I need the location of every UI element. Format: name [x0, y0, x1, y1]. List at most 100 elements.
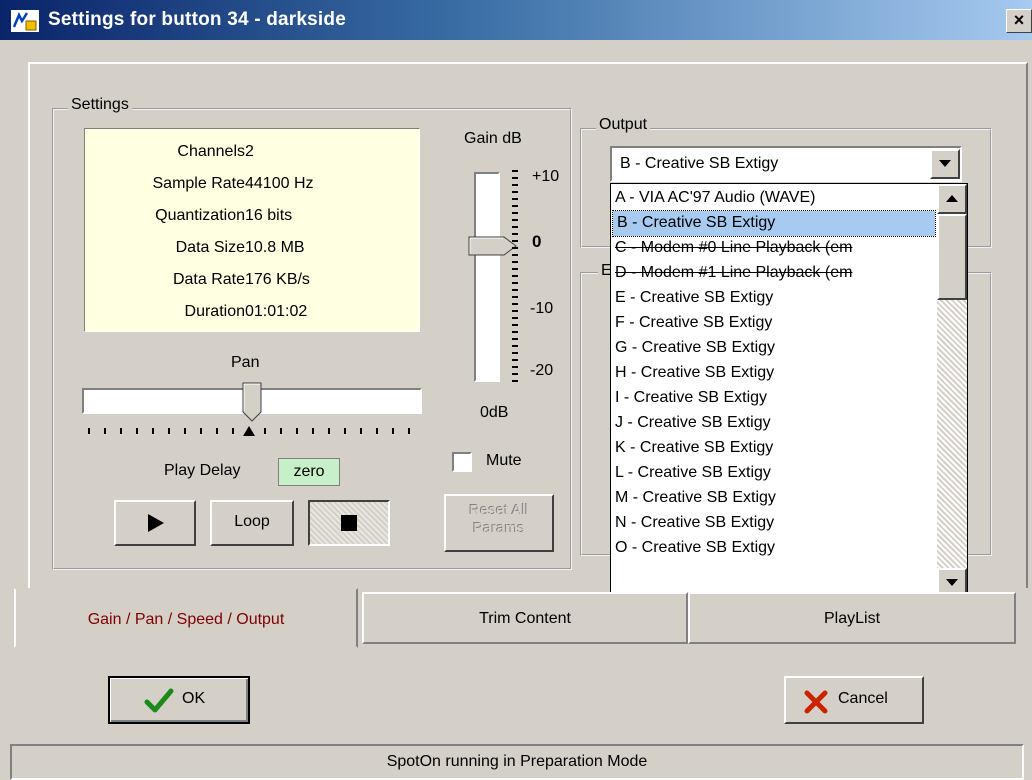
dropdown-scrollbar[interactable] — [937, 184, 967, 606]
stop-button[interactable] — [308, 500, 390, 546]
info-value: 16 bits — [245, 207, 293, 224]
play-button[interactable] — [114, 500, 196, 546]
tab-gain-pan-speed-output[interactable]: Gain / Pan / Speed / Output — [14, 588, 358, 648]
gain-tick — [512, 373, 518, 375]
output-option-selected[interactable]: B - Creative SB Extigy — [612, 210, 936, 237]
ok-label: OK — [182, 690, 206, 707]
gain-tick — [512, 303, 518, 305]
gain-tick — [512, 177, 518, 179]
output-select[interactable]: B - Creative SB Extigy — [610, 146, 962, 182]
output-option[interactable]: N - Creative SB Extigy — [611, 511, 959, 536]
info-row-channels: Channels 2 — [85, 143, 421, 169]
tab-trim-content[interactable]: Trim Content — [362, 592, 688, 644]
chevron-down-icon — [939, 160, 951, 167]
info-label: Data Rate — [172, 271, 245, 288]
gain-tick — [512, 289, 518, 291]
gain-tick — [512, 205, 518, 207]
scroll-thumb[interactable] — [937, 214, 967, 300]
mute-label[interactable]: Mute — [486, 452, 522, 470]
gain-scale-minus20: -20 — [530, 362, 554, 379]
option-label: F - Creative SB Extigy — [615, 314, 773, 331]
pan-tick — [104, 428, 106, 434]
pan-slider-thumb[interactable] — [242, 382, 262, 422]
output-option[interactable]: D - Modem #1 Line Playback (em — [611, 261, 959, 286]
pan-tick — [392, 428, 394, 434]
mute-checkbox[interactable] — [452, 452, 472, 472]
info-label: Sample Rate — [152, 175, 246, 192]
gain-tick — [512, 380, 518, 382]
pan-tick — [184, 428, 186, 434]
cancel-label: Cancel — [838, 690, 888, 707]
pan-tick — [152, 428, 154, 434]
output-selected-value: B - Creative SB Extigy — [620, 155, 779, 172]
output-option[interactable]: G - Creative SB Extigy — [611, 336, 959, 361]
option-label: H - Creative SB Extigy — [615, 364, 775, 381]
option-label: K - Creative SB Extigy — [615, 439, 774, 456]
gain-tick — [512, 170, 518, 172]
output-option[interactable]: L - Creative SB Extigy — [611, 461, 959, 486]
checkmark-icon — [144, 688, 174, 713]
gain-tick — [512, 261, 518, 263]
gain-tick — [512, 352, 518, 354]
output-dropdown-button[interactable] — [930, 149, 960, 179]
loop-button[interactable]: Loop — [210, 500, 294, 546]
status-bar: SpotOn running in Preparation Mode — [10, 744, 1024, 780]
output-option[interactable]: J - Creative SB Extigy — [611, 411, 959, 436]
output-option[interactable]: E - Creative SB Extigy — [611, 286, 959, 311]
output-option[interactable]: F - Creative SB Extigy — [611, 311, 959, 336]
chevron-down-icon — [946, 579, 958, 586]
pan-tick — [168, 428, 170, 434]
option-label: E - Creative SB Extigy — [615, 289, 774, 306]
output-option[interactable]: A - VIA AC'97 Audio (WAVE) — [611, 186, 959, 211]
gain-scale-plus10: +10 — [532, 168, 560, 185]
reset-label-line1: Reset All — [469, 502, 529, 519]
option-label: A - VIA AC'97 Audio (WAVE) — [615, 189, 816, 206]
option-label: N - Creative SB Extigy — [615, 514, 775, 531]
tab-label: Trim Content — [479, 610, 571, 627]
gain-tick — [512, 282, 518, 284]
gain-slider-thumb[interactable] — [468, 236, 518, 256]
output-option[interactable]: K - Creative SB Extigy — [611, 436, 959, 461]
pan-tick — [200, 428, 202, 434]
pan-tick — [312, 428, 314, 434]
title-bar[interactable]: Settings for button 34 - darkside × — [0, 0, 1032, 40]
output-option[interactable]: I - Creative SB Extigy — [611, 386, 959, 411]
tab-label: Gain / Pan / Speed / Output — [87, 611, 285, 628]
option-label: J - Creative SB Extigy — [615, 414, 771, 431]
gain-tick — [512, 191, 518, 193]
gain-value: 0dB — [480, 404, 509, 421]
gain-tick — [512, 184, 518, 186]
tab-label: PlayList — [823, 610, 881, 627]
pan-tick — [280, 428, 282, 434]
close-button[interactable]: × — [1006, 9, 1032, 33]
info-label: Quantization — [155, 207, 245, 224]
play-delay-value[interactable]: zero — [278, 458, 340, 486]
gain-tick — [512, 219, 518, 221]
cancel-button[interactable]: Cancel — [784, 676, 924, 724]
output-option[interactable]: O - Creative SB Extigy — [611, 536, 959, 561]
pan-tick — [120, 428, 122, 434]
slider-thumb-icon — [242, 382, 262, 422]
tab-playlist[interactable]: PlayList — [688, 592, 1016, 644]
ok-button[interactable]: OK — [108, 676, 250, 724]
loop-label: Loop — [234, 513, 270, 530]
output-dropdown-list[interactable]: A - VIA AC'97 Audio (WAVE) B - Creative … — [610, 183, 968, 607]
info-value: 01:01:02 — [245, 303, 308, 320]
output-option[interactable]: M - Creative SB Extigy — [611, 486, 959, 511]
pan-tick — [344, 428, 346, 434]
option-label: I - Creative SB Extigy — [615, 389, 768, 406]
reset-all-params-button[interactable]: Reset All Params — [444, 494, 554, 552]
audio-info-box: Channels 2 Sample Rate 44100 Hz Quantiza… — [84, 128, 420, 332]
gain-slider-track[interactable] — [474, 172, 500, 382]
pan-center-marker — [243, 426, 255, 436]
pan-tick — [264, 428, 266, 434]
output-option[interactable]: H - Creative SB Extigy — [611, 361, 959, 386]
output-option[interactable]: C - Modem #0 Line Playback (em — [611, 236, 959, 261]
pan-tick — [328, 428, 330, 434]
pan-tick — [296, 428, 298, 434]
scroll-up-button[interactable] — [937, 184, 967, 214]
pan-tick — [136, 428, 138, 434]
gain-tick — [512, 324, 518, 326]
info-row-data-size: Data Size 10.8 MB — [85, 239, 421, 265]
gain-scale-zero: 0 — [532, 232, 542, 251]
